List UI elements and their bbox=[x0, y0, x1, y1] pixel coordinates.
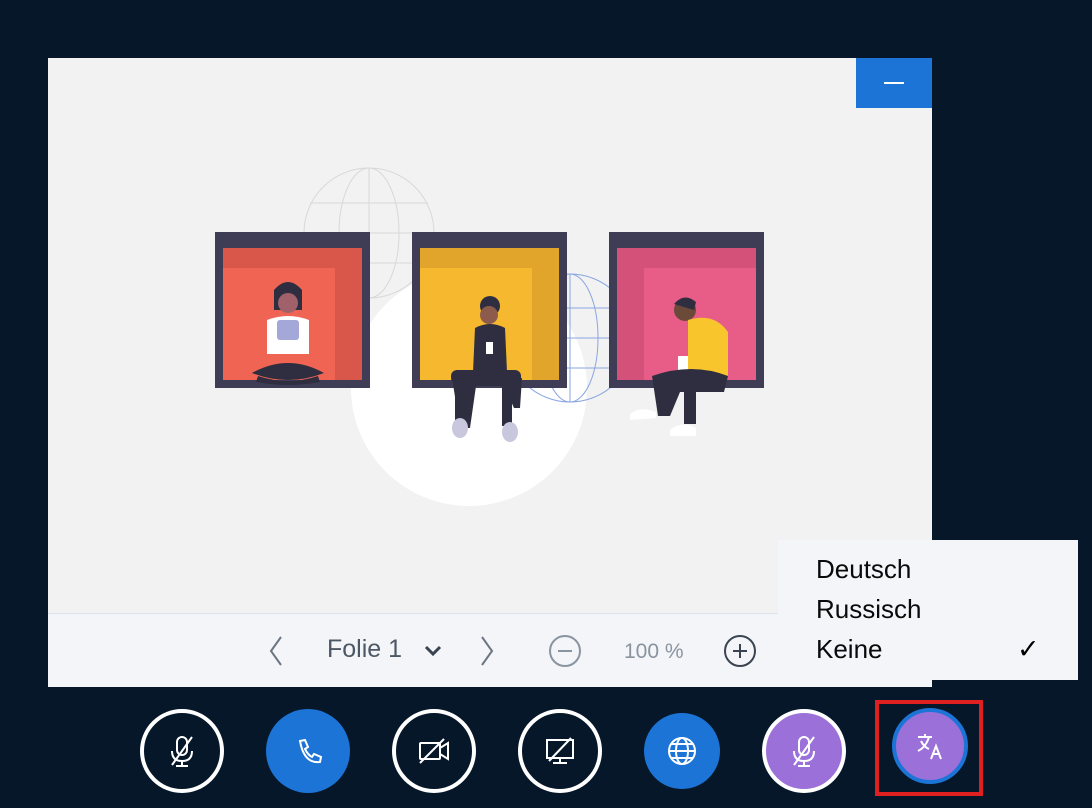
language-globe-button[interactable] bbox=[644, 713, 720, 789]
mute-button[interactable] bbox=[140, 709, 224, 793]
language-menu: Deutsch Russisch Keine ✓ bbox=[778, 540, 1078, 680]
zoom-in-icon[interactable] bbox=[723, 634, 757, 668]
microphone-off-icon bbox=[793, 736, 815, 767]
camera-button[interactable] bbox=[392, 709, 476, 793]
slide-illustration bbox=[215, 167, 764, 506]
chevron-right-icon[interactable] bbox=[472, 634, 502, 668]
language-option-russisch[interactable]: Russisch bbox=[816, 594, 921, 625]
microphone-off-icon bbox=[171, 736, 193, 767]
zoom-level: 100 % bbox=[624, 640, 684, 663]
globe-icon bbox=[668, 737, 696, 765]
screen-share-button[interactable] bbox=[518, 709, 602, 793]
language-option-deutsch[interactable]: Deutsch bbox=[816, 554, 911, 585]
chevron-left-icon[interactable] bbox=[261, 634, 291, 668]
call-controls-bar bbox=[0, 700, 1092, 808]
minus-icon bbox=[884, 82, 904, 84]
screen-share-off-icon bbox=[546, 737, 574, 764]
slide-label[interactable]: Folie 1 bbox=[327, 635, 402, 664]
zoom-out-icon[interactable] bbox=[548, 634, 582, 668]
interpreter-mute-button[interactable] bbox=[762, 709, 846, 793]
phone-button[interactable] bbox=[266, 709, 350, 793]
chevron-down-icon[interactable] bbox=[423, 642, 443, 660]
translate-highlight bbox=[875, 700, 983, 796]
translate-icon bbox=[917, 734, 942, 760]
translate-button[interactable] bbox=[892, 708, 968, 784]
minimize-button[interactable] bbox=[856, 58, 932, 108]
checkmark-icon: ✓ bbox=[1017, 634, 1040, 664]
phone-icon bbox=[298, 738, 323, 764]
camera-off-icon bbox=[419, 738, 449, 764]
language-option-keine[interactable]: Keine bbox=[816, 634, 883, 665]
